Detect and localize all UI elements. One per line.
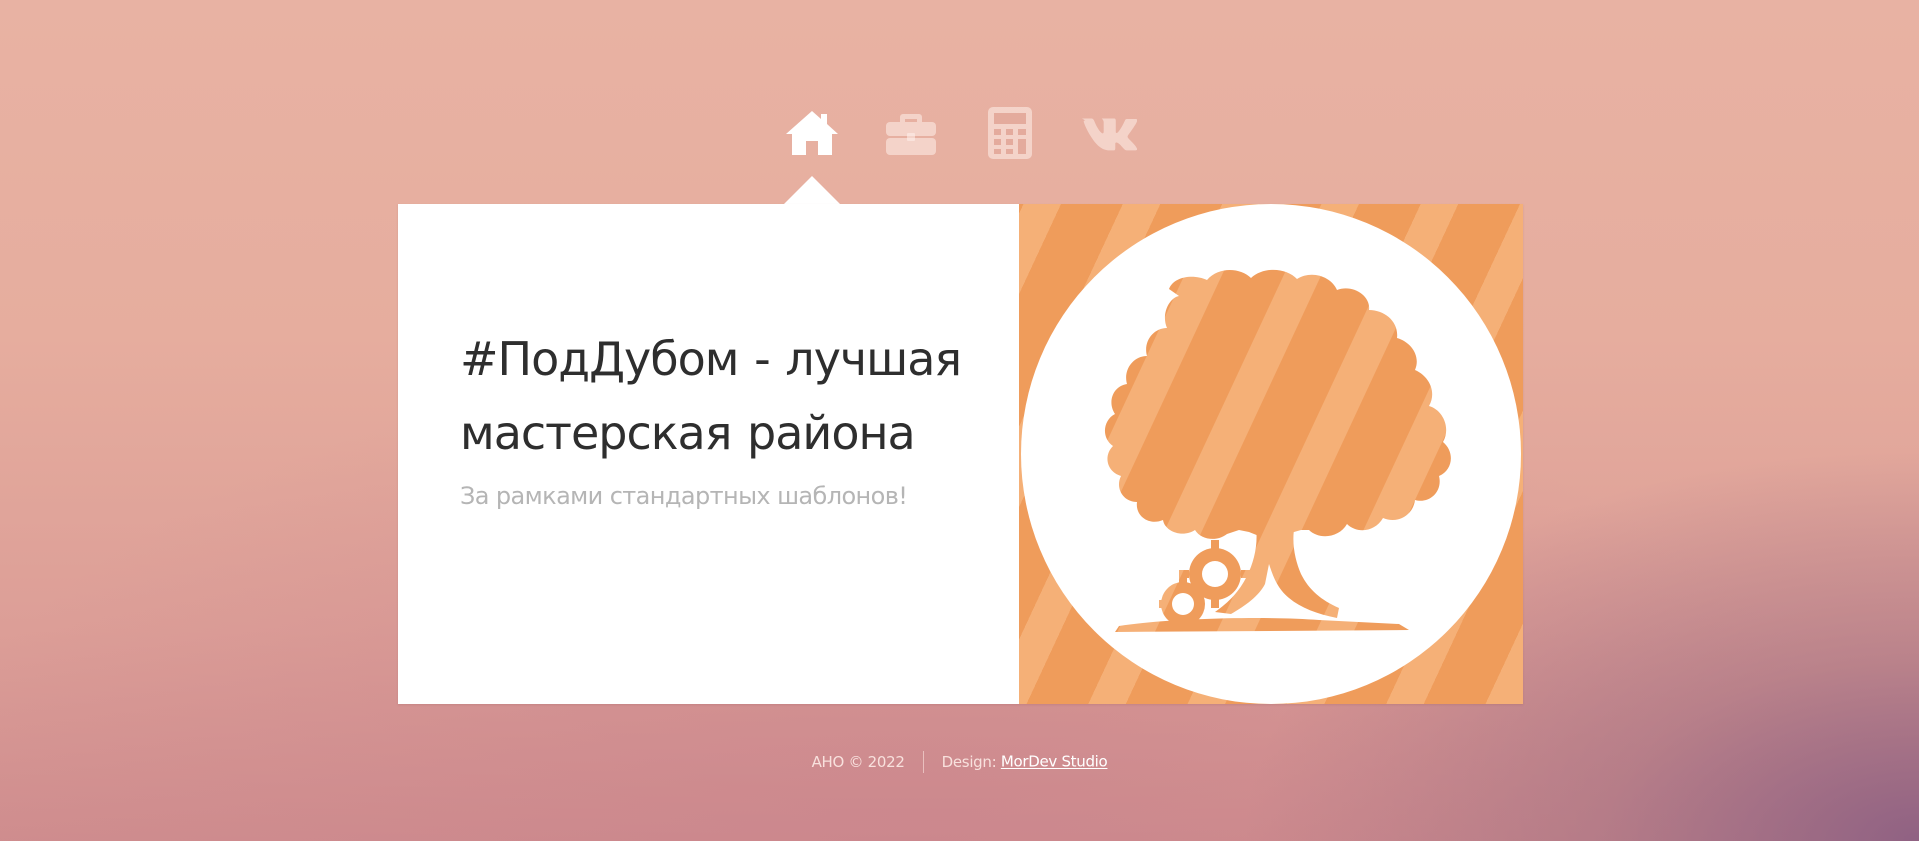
oak-tree-logo [1021, 204, 1521, 704]
briefcase-icon [886, 114, 936, 155]
footer-copyright: АНО © 2022 [811, 753, 905, 771]
calculator-icon [988, 107, 1032, 159]
hero-title: #ПодДубом - лучшая мастерская района [460, 332, 962, 460]
active-nav-pointer [783, 176, 841, 205]
footer-design-link[interactable]: MorDev Studio [1001, 753, 1108, 771]
nav-vk[interactable] [1081, 105, 1137, 161]
home-icon [786, 111, 838, 155]
footer-design-label: Design: [941, 753, 997, 771]
hero-card: #ПодДубом - лучшая мастерская района За … [398, 204, 1523, 704]
vk-icon [1081, 118, 1137, 151]
nav-calculator[interactable] [982, 105, 1038, 161]
nav-portfolio[interactable] [883, 105, 939, 161]
hero-subtitle: За рамками стандартных шаблонов! [460, 482, 908, 510]
nav-home[interactable] [784, 105, 840, 161]
main-nav [0, 105, 1919, 161]
hero-image [1019, 204, 1523, 704]
hero-text-panel: #ПодДубом - лучшая мастерская района За … [398, 204, 1019, 704]
footer-divider [922, 751, 924, 773]
footer: АНО © 2022 Design: MorDev Studio [0, 751, 1919, 773]
